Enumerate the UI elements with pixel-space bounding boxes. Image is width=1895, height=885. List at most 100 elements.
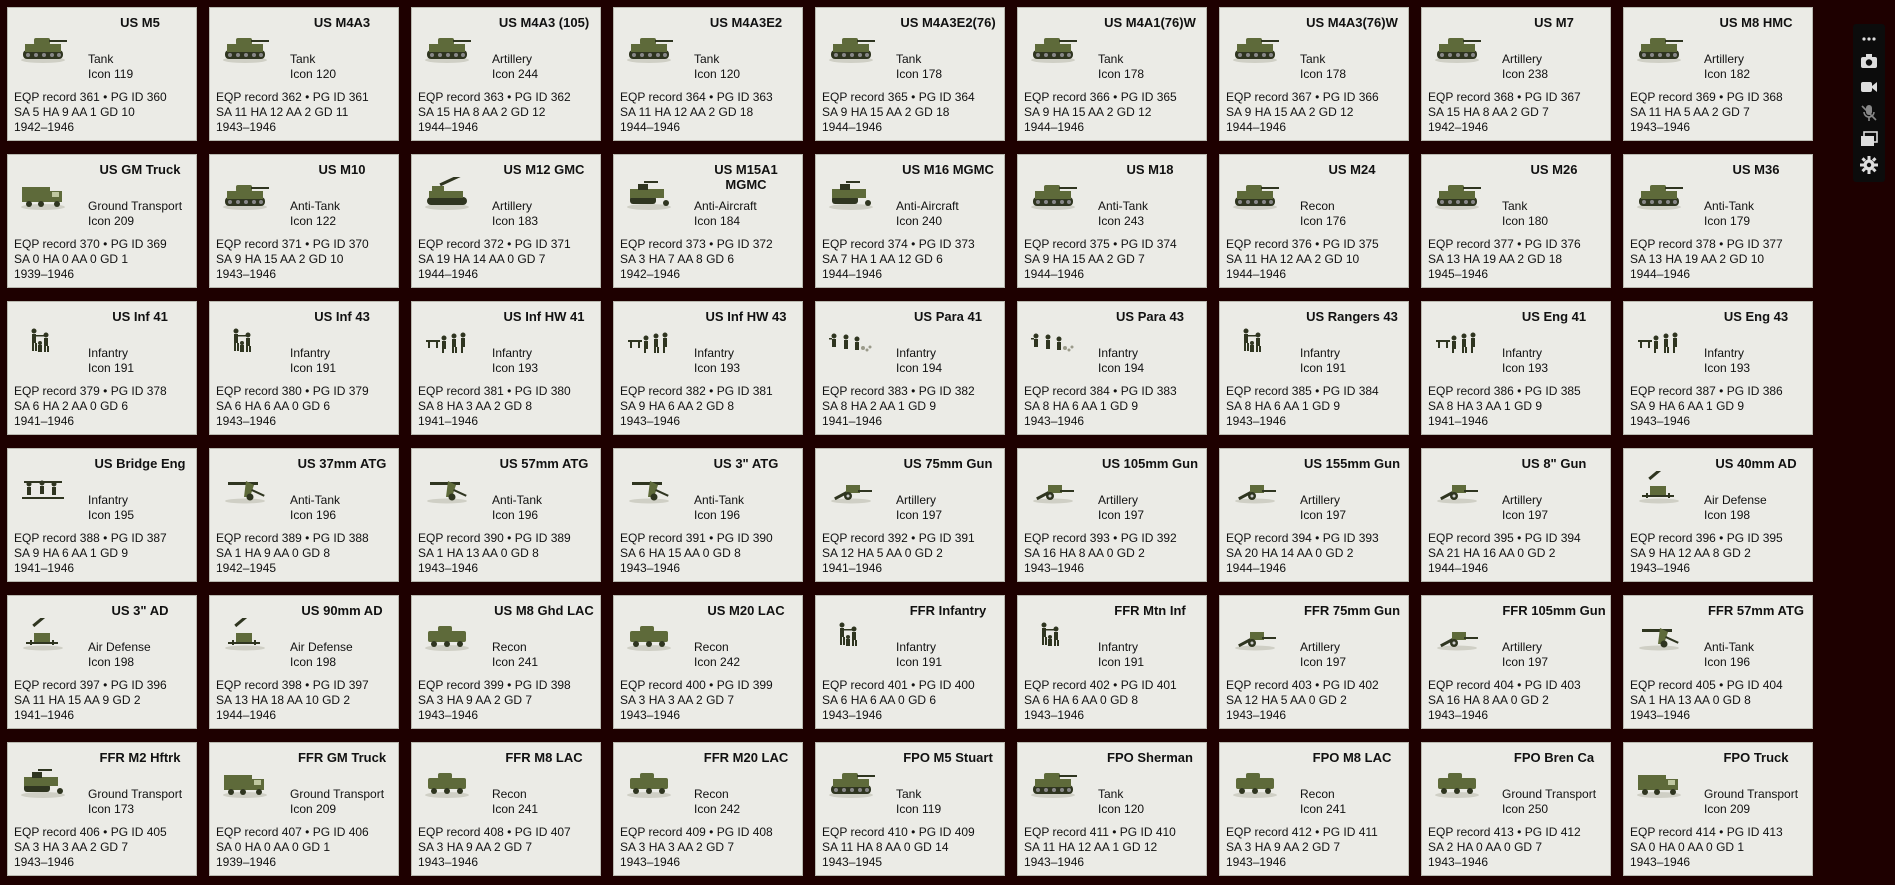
unit-card[interactable]: US 57mm ATG Anti-Tank Icon 196 EQP record 3… (411, 448, 601, 582)
unit-card[interactable]: US M18 Anti-Tank Icon 243 EQP record 375 • … (1017, 154, 1207, 288)
unit-record: EQP record 390 • PG ID 389 (418, 531, 571, 545)
unit-sprite-icon (1028, 30, 1078, 64)
unit-stats: SA 11 HA 15 AA 9 GD 2 (14, 693, 141, 707)
unit-card[interactable]: FFR M20 LAC Recon Icon 242 EQP record 409 •… (613, 742, 803, 876)
camera-icon[interactable] (1858, 50, 1880, 72)
unit-stats: SA 9 HA 12 AA 8 GD 2 (1630, 546, 1751, 560)
unit-sprite-icon (422, 471, 472, 505)
unit-type: Anti-Tank (1704, 640, 1755, 654)
unit-icon-id: Icon 191 (1098, 655, 1145, 669)
unit-record: EQP record 412 • PG ID 411 (1226, 825, 1378, 839)
unit-card[interactable]: US Rangers 43 Infantry Icon 191 EQP record … (1219, 301, 1409, 435)
unit-record: EQP record 393 • PG ID 392 (1024, 531, 1177, 545)
unit-card[interactable]: US M12 GMC Artillery Icon 183 EQP record 37… (411, 154, 601, 288)
unit-card[interactable]: US GM Truck Ground Transport Icon 209 EQP r… (7, 154, 197, 288)
mic-off-icon[interactable] (1858, 102, 1880, 124)
unit-card[interactable]: FPO M8 LAC Recon Icon 241 EQP record 412 • … (1219, 742, 1409, 876)
unit-card[interactable]: US M36 Anti-Tank Icon 179 EQP record 378 • … (1623, 154, 1813, 288)
unit-card[interactable]: US M10 Anti-Tank Icon 122 EQP record 371 • … (209, 154, 399, 288)
windows-icon[interactable] (1858, 128, 1880, 150)
unit-card[interactable]: US 3" AD Air Defense Icon 198 EQP record 39… (7, 595, 197, 729)
unit-icon-id: Icon 241 (492, 655, 539, 669)
unit-years: 1944–1946 (1226, 561, 1287, 575)
unit-card[interactable]: US Eng 41 Infantry Icon 193 EQP record 386 … (1421, 301, 1611, 435)
unit-card[interactable]: US M4A3E2(76) Tank Icon 178 EQP record 365 … (815, 7, 1005, 141)
unit-years: 1943–1946 (1428, 855, 1489, 869)
unit-years: 1943–1946 (1630, 708, 1691, 722)
unit-card[interactable]: FFR M2 Hftrk Ground Transport Icon 173 EQP … (7, 742, 197, 876)
unit-name: US M4A3E2(76) (900, 15, 996, 30)
unit-card[interactable]: FFR Mtn Inf Infantry Icon 191 EQP record 40… (1017, 595, 1207, 729)
unit-card[interactable]: US M8 HMC Artillery Icon 182 EQP record 369… (1623, 7, 1813, 141)
unit-card[interactable]: US M4A1(76)W Tank Icon 178 EQP record 366 •… (1017, 7, 1207, 141)
unit-name: US 105mm Gun (1101, 456, 1199, 471)
unit-card[interactable]: US 155mm Gun Artillery Icon 197 EQP record … (1219, 448, 1409, 582)
unit-years: 1943–1946 (620, 561, 681, 575)
unit-card[interactable]: US M24 Recon Icon 176 EQP record 376 • PG I… (1219, 154, 1409, 288)
unit-card[interactable]: US Eng 43 Infantry Icon 193 EQP record 387 … (1623, 301, 1813, 435)
unit-card[interactable]: US M5 Tank Icon 119 EQP record 361 • PG ID … (7, 7, 197, 141)
unit-name: US Inf HW 41 (503, 309, 585, 324)
unit-card[interactable]: FFR 105mm Gun Artillery Icon 197 EQP record… (1421, 595, 1611, 729)
unit-card[interactable]: FPO Sherman Tank Icon 120 EQP record 411 • … (1017, 742, 1207, 876)
unit-card[interactable]: US 40mm AD Air Defense Icon 198 EQP record … (1623, 448, 1813, 582)
unit-card[interactable]: US M8 Ghd LAC Recon Icon 241 EQP record 399… (411, 595, 601, 729)
unit-type: Infantry (290, 346, 331, 360)
unit-card[interactable]: US Inf 43 Infantry Icon 191 EQP record 380 … (209, 301, 399, 435)
unit-card[interactable]: US 90mm AD Air Defense Icon 198 EQP record … (209, 595, 399, 729)
unit-card[interactable]: US 3" ATG Anti-Tank Icon 196 EQP record 391… (613, 448, 803, 582)
unit-card[interactable]: FPO Bren Ca Ground Transport Icon 250 EQP r… (1421, 742, 1611, 876)
unit-card[interactable]: US Para 43 Infantry Icon 194 EQP record 384… (1017, 301, 1207, 435)
unit-name: US 57mm ATG (499, 456, 589, 471)
unit-stats: SA 15 HA 8 AA 2 GD 12 (418, 105, 546, 119)
unit-type: Anti-Aircraft (694, 199, 757, 213)
unit-name: US 3" ATG (713, 456, 779, 471)
unit-stats: SA 13 HA 19 AA 2 GD 18 (1428, 252, 1563, 266)
unit-card[interactable]: FPO Truck Ground Transport Icon 209 EQP rec… (1623, 742, 1813, 876)
unit-record: EQP record 386 • PG ID 385 (1428, 384, 1581, 398)
unit-card[interactable]: US Inf 41 Infantry Icon 191 EQP record 379 … (7, 301, 197, 435)
unit-card[interactable]: FPO M5 Stuart Tank Icon 119 EQP record 410 … (815, 742, 1005, 876)
unit-years: 1943–1946 (1024, 708, 1085, 722)
unit-sprite-icon (422, 30, 472, 64)
unit-card[interactable]: FFR Infantry Infantry Icon 191 EQP record 4… (815, 595, 1005, 729)
unit-card[interactable]: FFR GM Truck Ground Transport Icon 209 EQP … (209, 742, 399, 876)
unit-card[interactable]: US M20 LAC Recon Icon 242 EQP record 400 • … (613, 595, 803, 729)
unit-card[interactable]: US 37mm ATG Anti-Tank Icon 196 EQP record 3… (209, 448, 399, 582)
unit-years: 1943–1946 (216, 120, 277, 134)
unit-card[interactable]: US M4A3 Tank Icon 120 EQP record 362 • PG I… (209, 7, 399, 141)
unit-card[interactable]: US Inf HW 43 Infantry Icon 193 EQP record 3… (613, 301, 803, 435)
unit-card[interactable]: US Inf HW 41 Infantry Icon 193 EQP record 3… (411, 301, 601, 435)
more-options-icon[interactable] (1858, 28, 1880, 50)
unit-icon-id: Icon 209 (1704, 802, 1751, 816)
unit-years: 1941–1946 (822, 414, 883, 428)
unit-record: EQP record 407 • PG ID 406 (216, 825, 369, 839)
unit-card[interactable]: US 105mm Gun Artillery Icon 197 EQP record … (1017, 448, 1207, 582)
unit-card[interactable]: US M16 MGMC Anti-Aircraft Icon 240 EQP reco… (815, 154, 1005, 288)
video-icon[interactable] (1858, 76, 1880, 98)
unit-card[interactable]: US M7 Artillery Icon 238 EQP record 368 • P… (1421, 7, 1611, 141)
unit-card[interactable]: US M15A1 MGMC Anti-Aircraft Icon 184 EQP re… (613, 154, 803, 288)
unit-record: EQP record 371 • PG ID 370 (216, 237, 369, 251)
unit-card[interactable]: US M26 Tank Icon 180 EQP record 377 • PG ID… (1421, 154, 1611, 288)
unit-years: 1943–1946 (418, 561, 479, 575)
unit-stats: SA 13 HA 19 AA 2 GD 10 (1630, 252, 1765, 266)
unit-name: US M24 (1328, 162, 1376, 177)
unit-card[interactable]: US M4A3 (105) Artillery Icon 244 EQP record… (411, 7, 601, 141)
unit-card[interactable]: US 8" Gun Artillery Icon 197 EQP record 395… (1421, 448, 1611, 582)
unit-years: 1941–1946 (14, 414, 75, 428)
unit-card[interactable]: FFR 57mm ATG Anti-Tank Icon 196 EQP record … (1623, 595, 1813, 729)
unit-card[interactable]: FFR M8 LAC Recon Icon 241 EQP record 408 • … (411, 742, 601, 876)
unit-card[interactable]: US Para 41 Infantry Icon 194 EQP record 383… (815, 301, 1005, 435)
settings-gear-icon[interactable] (1858, 154, 1880, 176)
unit-years: 1943–1946 (418, 855, 479, 869)
unit-card[interactable]: US Bridge Eng Infantry Icon 195 EQP record … (7, 448, 197, 582)
unit-card[interactable]: FFR 75mm Gun Artillery Icon 197 EQP record … (1219, 595, 1409, 729)
unit-name: FFR M8 LAC (505, 750, 583, 765)
unit-card[interactable]: US 75mm Gun Artillery Icon 197 EQP record 3… (815, 448, 1005, 582)
unit-stats: SA 6 HA 6 AA 0 GD 6 (822, 693, 937, 707)
unit-record: EQP record 361 • PG ID 360 (14, 90, 167, 104)
unit-icon-id: Icon 191 (290, 361, 337, 375)
unit-card[interactable]: US M4A3E2 Tank Icon 120 EQP record 364 • PG… (613, 7, 803, 141)
unit-card[interactable]: US M4A3(76)W Tank Icon 178 EQP record 367 •… (1219, 7, 1409, 141)
